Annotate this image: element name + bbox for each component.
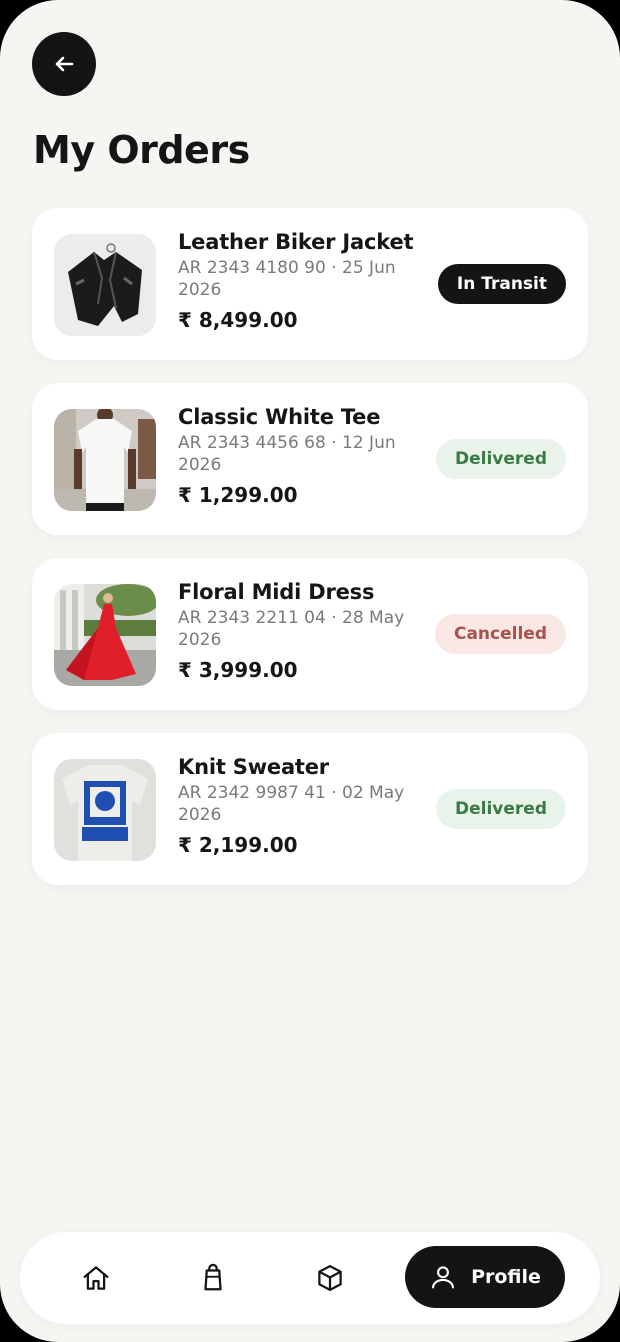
order-card[interactable]: Knit Sweater AR 2342 9987 41 · 02 May 20… <box>32 733 588 885</box>
shopping-bag-icon <box>204 1263 222 1291</box>
order-info: Leather Biker Jacket AR 2343 4180 90 · 2… <box>178 230 432 332</box>
order-card[interactable]: Classic White Tee AR 2343 4456 68 · 12 J… <box>32 383 588 535</box>
home-icon <box>83 1266 109 1290</box>
order-price: ₹ 8,499.00 <box>178 308 298 332</box>
order-info: Classic White Tee AR 2343 4456 68 · 12 J… <box>178 405 432 507</box>
product-name: Leather Biker Jacket <box>178 230 414 254</box>
order-card[interactable]: Floral Midi Dress AR 2343 2211 04 · 28 M… <box>32 558 588 710</box>
page-title: My Orders <box>33 128 250 172</box>
nav-shop[interactable] <box>195 1260 231 1296</box>
product-image-dress <box>54 584 156 686</box>
order-price: ₹ 2,199.00 <box>178 833 298 857</box>
user-icon <box>432 1266 455 1289</box>
nav-home[interactable] <box>78 1260 114 1296</box>
product-name: Knit Sweater <box>178 755 329 779</box>
order-meta: AR 2343 2211 04 · 28 May 2026 <box>178 608 405 650</box>
status-badge: Delivered <box>436 789 566 829</box>
order-info: Knit Sweater AR 2342 9987 41 · 02 May 20… <box>178 755 432 857</box>
order-price: ₹ 1,299.00 <box>178 483 298 507</box>
back-button[interactable] <box>32 32 96 96</box>
orders-list: Leather Biker Jacket AR 2343 4180 90 · 2… <box>32 208 588 908</box>
product-name: Classic White Tee <box>178 405 381 429</box>
order-meta: AR 2343 4456 68 · 12 Jun 2026 <box>178 433 396 475</box>
product-name: Floral Midi Dress <box>178 580 375 604</box>
product-image-tee <box>54 409 156 511</box>
product-image-jacket <box>54 234 156 336</box>
order-info: Floral Midi Dress AR 2343 2211 04 · 28 M… <box>178 580 432 682</box>
box-icon <box>318 1265 342 1291</box>
arrow-left-icon <box>55 56 74 72</box>
orders-screen: My Orders Leather Biker Jacket AR 2343 4… <box>0 0 620 1342</box>
nav-orders[interactable] <box>312 1260 348 1296</box>
status-badge: In Transit <box>437 264 566 304</box>
order-meta: AR 2343 4180 90 · 25 Jun 2026 <box>178 258 396 300</box>
order-card[interactable]: Leather Biker Jacket AR 2343 4180 90 · 2… <box>32 208 588 360</box>
order-meta: AR 2342 9987 41 · 02 May 2026 <box>178 783 405 825</box>
order-price: ₹ 3,999.00 <box>178 658 298 682</box>
status-badge: Cancelled <box>434 614 566 654</box>
bottom-nav: Profile <box>20 1232 600 1324</box>
nav-profile[interactable]: Profile <box>405 1246 565 1308</box>
status-badge: Delivered <box>436 439 566 479</box>
product-image-sweater <box>54 759 156 861</box>
nav-profile-label: Profile <box>471 1266 541 1288</box>
